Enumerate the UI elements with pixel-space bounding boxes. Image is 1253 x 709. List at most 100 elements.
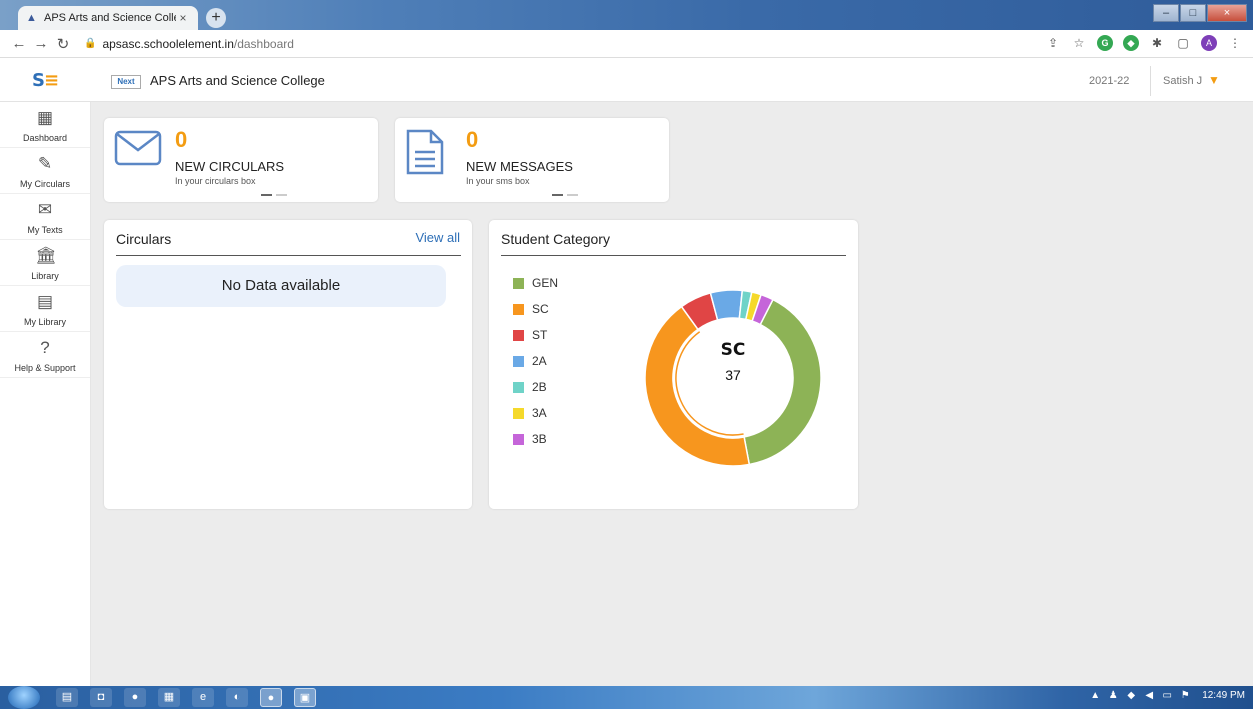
legend-item-gen[interactable]: GEN: [513, 270, 558, 296]
chart-legend: GEN SC ST 2A 2B 3A 3B: [513, 270, 558, 452]
shield-extension-icon[interactable]: ◆: [1123, 35, 1139, 51]
display-tray-icon[interactable]: ▭: [1160, 690, 1174, 701]
legend-label: 3B: [532, 432, 547, 446]
extensions-puzzle-icon[interactable]: ✱: [1149, 35, 1165, 51]
sidebar-item-my-texts[interactable]: ✉ My Texts: [0, 194, 90, 240]
messages-title: NEW MESSAGES: [466, 159, 573, 174]
profile-avatar-icon[interactable]: A: [1201, 35, 1217, 51]
explorer-taskbar-icon[interactable]: ▤: [56, 688, 78, 707]
taskbar-clock[interactable]: 12:49 PM: [1202, 690, 1245, 701]
browser-tab-bar: ▲ APS Arts and Science College × + – □ ×: [0, 0, 1253, 30]
os-taskbar: ▤ ◘ ● ▦ e ◐ ● ▣ ▲ ♟ ◆ ◀ ▭ ⚑ 12:49 PM: [0, 686, 1253, 709]
envelope-icon: [114, 130, 162, 166]
circulars-panel-title: Circulars: [116, 231, 172, 247]
sidebar-item-help-support[interactable]: ? Help & Support: [0, 332, 90, 378]
back-arrow-icon[interactable]: ←: [8, 35, 30, 52]
edge-taskbar-icon[interactable]: ◐: [226, 688, 248, 707]
url-host: apsasc.schoolelement.in: [102, 36, 234, 51]
grammarly-extension-icon[interactable]: G: [1097, 35, 1113, 51]
legend-label: GEN: [532, 276, 559, 290]
volume-mute-tray-icon[interactable]: ◀: [1142, 690, 1156, 701]
sidebar-item-label: Library: [31, 271, 59, 281]
student-category-panel: Student Category GEN SC ST 2A 2B 3A 3B SC 37: [489, 220, 858, 509]
student-category-title: Student Category: [501, 231, 610, 247]
sidebar-item-my-circulars[interactable]: ✎ My Circulars: [0, 148, 90, 194]
legend-swatch: [513, 407, 524, 419]
browser-menu-icon[interactable]: ⋮: [1227, 35, 1243, 51]
close-tab-icon[interactable]: ×: [176, 11, 190, 25]
legend-label: ST: [532, 328, 548, 342]
calculator-taskbar-icon[interactable]: ▦: [158, 688, 180, 707]
app-header: S≡ Next APS Arts and Science College 202…: [0, 58, 1253, 102]
header-divider: [1150, 66, 1151, 96]
logo-letter: S: [32, 70, 45, 91]
legend-item-2a[interactable]: 2A: [513, 348, 558, 374]
start-button[interactable]: [8, 686, 40, 709]
panel-divider: [501, 255, 846, 256]
bookmark-star-icon[interactable]: ☆: [1071, 35, 1087, 51]
messages-count: 0: [466, 127, 479, 152]
chrome-active-taskbar-icon[interactable]: ●: [260, 688, 282, 707]
lock-icon: 🔒: [84, 38, 97, 49]
network-tray-icon[interactable]: ▲: [1088, 690, 1102, 701]
new-circulars-card[interactable]: 0 NEW CIRCULARS In your circulars box: [104, 118, 378, 202]
view-all-link[interactable]: View all: [415, 230, 460, 245]
legend-item-3a[interactable]: 3A: [513, 400, 558, 426]
new-tab-button[interactable]: +: [206, 8, 226, 28]
minimize-icon[interactable]: –: [1153, 4, 1179, 22]
close-window-icon[interactable]: ×: [1207, 4, 1247, 22]
texts-icon: ✉: [37, 200, 53, 219]
chrome-taskbar-icon[interactable]: ●: [124, 688, 146, 707]
sidebar: ▦ Dashboard ✎ My Circulars ✉ My Texts 🏛 …: [0, 102, 91, 686]
legend-item-2b[interactable]: 2B: [513, 374, 558, 400]
legend-swatch: [513, 355, 524, 367]
outlook-taskbar-icon[interactable]: ◘: [90, 688, 112, 707]
legend-item-sc[interactable]: SC: [513, 296, 558, 322]
maximize-icon[interactable]: □: [1180, 4, 1206, 22]
no-data-message: No Data available: [116, 265, 446, 307]
carousel-dot[interactable]: [552, 194, 563, 196]
browser-toolbar-icons: ⇪ ☆ G ◆ ✱ ▢ A ⋮: [1035, 35, 1243, 51]
my-library-icon: ▤: [36, 292, 54, 311]
sidebar-item-library[interactable]: 🏛 Library: [0, 240, 90, 286]
legend-swatch: [513, 329, 524, 341]
legend-swatch: [513, 433, 524, 445]
new-messages-card[interactable]: 0 NEW MESSAGES In your sms box: [395, 118, 669, 202]
user-name[interactable]: Satish J: [1163, 75, 1202, 87]
user-tray-icon[interactable]: ♟: [1106, 690, 1120, 701]
legend-label: SC: [532, 302, 549, 316]
carousel-dot[interactable]: [567, 194, 578, 196]
library-icon: 🏛: [35, 246, 57, 265]
address-bar: ← → ↻ 🔒 apsasc.schoolelement.in /dashboa…: [0, 30, 1253, 58]
side-panel-icon[interactable]: ▢: [1175, 35, 1191, 51]
tab-title: APS Arts and Science College: [44, 12, 176, 24]
college-name: APS Arts and Science College: [150, 73, 325, 88]
sidebar-item-dashboard[interactable]: ▦ Dashboard: [0, 102, 90, 148]
url-field[interactable]: 🔒 apsasc.schoolelement.in /dashboard: [84, 37, 294, 51]
legend-label: 2B: [532, 380, 547, 394]
share-icon[interactable]: ⇪: [1045, 35, 1061, 51]
sidebar-item-label: My Library: [23, 317, 66, 327]
circulars-panel: Circulars View all No Data available: [104, 220, 472, 509]
donut-slice-sc[interactable]: [644, 305, 751, 467]
flag-tray-icon[interactable]: ⚑: [1178, 690, 1192, 701]
app-taskbar-icon[interactable]: ▣: [294, 688, 316, 707]
legend-item-3b[interactable]: 3B: [513, 426, 558, 452]
academic-year[interactable]: 2021-22: [1089, 75, 1129, 87]
sidebar-item-my-library[interactable]: ▤ My Library: [0, 286, 90, 332]
circulars-subtitle: In your circulars box: [175, 176, 256, 186]
system-tray: ▲ ♟ ◆ ◀ ▭ ⚑ 12:49 PM: [1088, 690, 1245, 701]
forward-arrow-icon[interactable]: →: [30, 35, 52, 52]
reload-icon[interactable]: ↻: [52, 35, 74, 53]
user-menu-caret-icon[interactable]: ▼: [1208, 73, 1220, 87]
document-icon: [406, 129, 444, 175]
carousel-dot[interactable]: [261, 194, 272, 196]
app-logo[interactable]: S≡: [32, 70, 59, 91]
panel-divider: [116, 255, 461, 256]
circulars-title: NEW CIRCULARS: [175, 159, 285, 174]
ie-taskbar-icon[interactable]: e: [192, 688, 214, 707]
legend-item-st[interactable]: ST: [513, 322, 558, 348]
browser-tab[interactable]: ▲ APS Arts and Science College ×: [18, 6, 198, 30]
carousel-dot[interactable]: [276, 194, 287, 196]
security-tray-icon[interactable]: ◆: [1124, 690, 1138, 701]
